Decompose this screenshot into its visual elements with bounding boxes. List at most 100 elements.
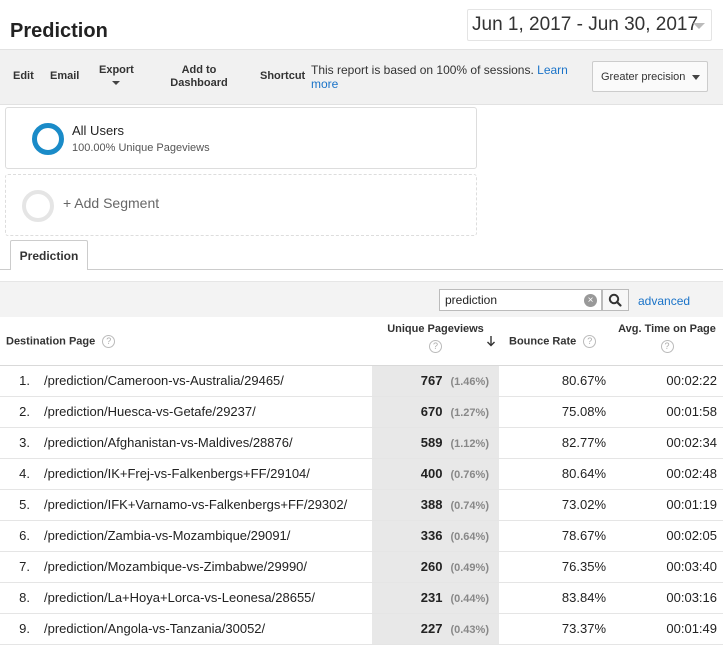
report-toolbar: Edit Email Export Add to Dashboard Short… [0,49,723,105]
page-link-text[interactable]: /prediction/Angola-vs-Tanzania/30052/ [44,621,265,636]
avg-time-value: 00:02:22 [611,365,723,397]
page-link-text[interactable]: /prediction/Mozambique-vs-Zimbabwe/29990… [44,559,307,574]
help-icon[interactable]: ? [429,340,442,354]
destination-page-link[interactable]: /prediction/IFK+Varnamo-vs-Falkenbergs+F… [44,489,372,521]
destination-page-link[interactable]: /prediction/Cameroon-vs-Australia/29465/ [44,365,372,397]
table-row: 2. /prediction/Huesca-vs-Getafe/29237/ 6… [0,396,723,428]
page-link-text[interactable]: /prediction/La+Hoya+Lorca-vs-Leonesa/286… [44,590,315,605]
row-number: 6. [0,520,44,552]
bounce-rate-value: 78.67% [499,520,611,552]
search-button[interactable] [602,289,629,311]
advanced-filter-link[interactable]: advanced [638,294,690,308]
tab-prediction[interactable]: Prediction [10,240,88,270]
table-header-row: Destination Page ? Unique Pageviews ? Bo… [0,318,723,366]
help-icon[interactable]: ? [660,340,674,354]
unique-pageviews-value: 589 [420,435,443,450]
unique-pageviews-percent: (0.49%) [450,562,489,574]
caret-down-icon [112,81,121,85]
tab-bar-divider [0,269,723,270]
export-button[interactable]: Export [99,64,134,85]
destination-page-link[interactable]: /prediction/Mozambique-vs-Zimbabwe/29990… [44,551,372,583]
row-number: 1. [0,365,44,397]
table-row: 8. /prediction/La+Hoya+Lorca-vs-Leonesa/… [0,582,723,614]
destination-page-link[interactable]: /prediction/Angola-vs-Tanzania/30052/ [44,613,372,645]
header-unique-pageviews[interactable]: Unique Pageviews ? [372,318,499,366]
header-avg-time-on-page[interactable]: Avg. Time on Page ? [611,318,723,366]
unique-pageviews-percent: (1.27%) [450,407,489,419]
unique-pageviews-value: 260 [420,559,443,574]
table-row: 9. /prediction/Angola-vs-Tanzania/30052/… [0,613,723,645]
date-range-picker[interactable]: Jun 1, 2017 - Jun 30, 2017 [467,9,712,41]
email-button[interactable]: Email [50,70,79,83]
report-table: Destination Page ? Unique Pageviews ? Bo… [0,318,723,645]
unique-pageviews-percent: (1.12%) [450,438,489,450]
table-row: 5. /prediction/IFK+Varnamo-vs-Falkenberg… [0,489,723,521]
unique-pageviews-cell: 767 (1.46%) [372,365,499,397]
table-row: 4. /prediction/IK+Frej-vs-Falkenbergs+FF… [0,458,723,490]
chevron-down-icon [693,23,705,29]
unique-pageviews-cell: 336 (0.64%) [372,520,499,552]
avg-time-value: 00:02:34 [611,427,723,459]
shortcut-button[interactable]: Shortcut [260,70,305,83]
avg-time-value: 00:01:19 [611,489,723,521]
destination-page-link[interactable]: /prediction/La+Hoya+Lorca-vs-Leonesa/286… [44,582,372,614]
row-number: 8. [0,582,44,614]
add-to-dashboard-button[interactable]: Add to Dashboard [170,64,228,90]
sampling-note: This report is based on 100% of sessions… [311,63,581,91]
bounce-rate-value: 76.35% [499,551,611,583]
destination-page-link[interactable]: /prediction/Zambia-vs-Mozambique/29091/ [44,520,372,552]
row-number: 3. [0,427,44,459]
page-link-text[interactable]: /prediction/Huesca-vs-Getafe/29237/ [44,404,256,419]
edit-button[interactable]: Edit [13,70,34,83]
date-range-label: Jun 1, 2017 - Jun 30, 2017 [472,14,699,35]
add-segment-button[interactable]: + Add Segment [5,174,477,236]
row-number: 7. [0,551,44,583]
unique-pageviews-percent: (0.74%) [450,500,489,512]
sort-descending-icon[interactable] [486,335,496,347]
header-label: Bounce Rate [509,335,577,348]
clear-icon[interactable]: × [584,294,597,307]
page-link-text[interactable]: /prediction/IK+Frej-vs-Falkenbergs+FF/29… [44,466,310,481]
unique-pageviews-cell: 231 (0.44%) [372,582,499,614]
unique-pageviews-value: 767 [420,373,443,388]
avg-time-value: 00:03:16 [611,582,723,614]
page-title: Prediction [10,20,108,42]
avg-time-value: 00:01:58 [611,396,723,428]
header-bounce-rate[interactable]: Bounce Rate ? [499,318,611,366]
add-segment-label: + Add Segment [63,195,160,211]
destination-page-link[interactable]: /prediction/Afghanistan-vs-Maldives/2887… [44,427,372,459]
unique-pageviews-value: 400 [420,466,443,481]
unique-pageviews-cell: 227 (0.43%) [372,613,499,645]
destination-page-link[interactable]: /prediction/Huesca-vs-Getafe/29237/ [44,396,372,428]
help-icon[interactable]: ? [583,334,597,348]
segment-card-all-users[interactable]: All Users 100.00% Unique Pageviews [5,107,477,169]
unique-pageviews-cell: 589 (1.12%) [372,427,499,459]
bounce-rate-value: 75.08% [499,396,611,428]
bounce-rate-value: 80.67% [499,365,611,397]
unique-pageviews-cell: 388 (0.74%) [372,489,499,521]
unique-pageviews-value: 231 [420,590,443,605]
segment-ring-icon [22,190,54,222]
help-icon[interactable]: ? [102,334,116,348]
page-link-text[interactable]: /prediction/Zambia-vs-Mozambique/29091/ [44,528,290,543]
destination-page-link[interactable]: /prediction/IK+Frej-vs-Falkenbergs+FF/29… [44,458,372,490]
page-link-text[interactable]: /prediction/Afghanistan-vs-Maldives/2887… [44,435,293,450]
page-link-text[interactable]: /prediction/Cameroon-vs-Australia/29465/ [44,373,284,388]
row-number: 9. [0,613,44,645]
page-link-text[interactable]: /prediction/IFK+Varnamo-vs-Falkenbergs+F… [44,497,347,512]
unique-pageviews-value: 670 [420,404,443,419]
search-input[interactable] [439,289,602,311]
header-destination-page[interactable]: Destination Page ? [0,318,372,366]
export-label: Export [99,64,134,76]
unique-pageviews-cell: 260 (0.49%) [372,551,499,583]
sampling-note-text: This report is based on 100% of sessions… [311,63,534,77]
precision-dropdown[interactable]: Greater precision [592,61,708,92]
unique-pageviews-percent: (0.43%) [450,624,489,636]
row-number: 5. [0,489,44,521]
unique-pageviews-percent: (1.46%) [450,376,489,388]
segment-subtitle: 100.00% Unique Pageviews [72,142,210,154]
row-number: 2. [0,396,44,428]
unique-pageviews-cell: 670 (1.27%) [372,396,499,428]
table-row: 3. /prediction/Afghanistan-vs-Maldives/2… [0,427,723,459]
avg-time-value: 00:02:05 [611,520,723,552]
